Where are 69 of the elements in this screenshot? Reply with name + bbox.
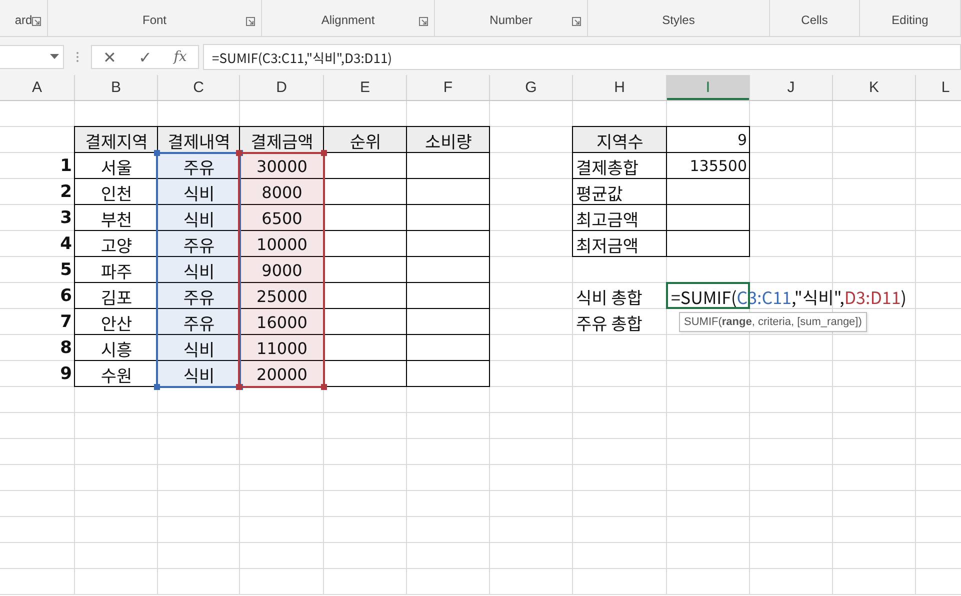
table-cell-text: 9 [736, 130, 748, 151]
ribbon-group-label: Editing [892, 13, 928, 27]
table-cell: 주유 [158, 153, 240, 179]
function-tooltip: SUMIF(range, criteria, [sum_range]) [679, 312, 867, 332]
row-number: 8 [59, 337, 73, 360]
row-number: 7 [59, 311, 73, 334]
table-cell: 25000 [240, 283, 324, 309]
ribbon-group-label: Number [490, 13, 532, 27]
row-number: 6 [59, 285, 73, 308]
table-cell: 식비 [158, 361, 240, 387]
cell-label: 식비 총합 [575, 283, 644, 309]
table-header-cell-text: 결제금액 [250, 127, 314, 153]
table-cell-text: 안산 [100, 309, 134, 335]
column-header[interactable]: I [667, 75, 750, 100]
table-cell-text: 시흥 [100, 335, 134, 361]
table-cell-text: 인천 [100, 179, 134, 205]
dialog-launcher-icon[interactable] [419, 17, 428, 26]
dialog-launcher-icon[interactable] [572, 17, 581, 26]
table-cell-text: 고양 [100, 231, 134, 257]
table-cell: 11000 [240, 335, 324, 361]
row-number: 9 [59, 363, 73, 386]
table-cell-text: 부천 [100, 205, 134, 231]
ribbon-group-label: Alignment [321, 13, 375, 27]
ribbon-group-label: ard [14, 13, 32, 27]
table-cell-text: 최고금액 [575, 205, 640, 231]
table-header-cell-text: 소비량 [424, 127, 473, 153]
table-cell: 식비 [158, 179, 240, 205]
table-header-cell-text: 결제지역 [84, 127, 149, 153]
dropdown-icon[interactable] [50, 54, 59, 60]
row-number: 4 [59, 233, 73, 256]
table-cell-text: 파주 [100, 257, 134, 283]
row-number: 2 [59, 181, 73, 204]
cancel-button[interactable]: ✕ [103, 48, 116, 66]
formula-input[interactable]: =SUMIF(C3:C11,"식비",D3:D11) [203, 44, 961, 70]
table-cell: 주유 [158, 283, 240, 309]
table-cell-text: 결제총합 [575, 153, 640, 179]
table-cell: 식비 [158, 257, 240, 283]
ribbon-group-label: Styles [662, 13, 695, 27]
table-cell-text: 수원 [100, 361, 134, 387]
table-cell: 주유 [158, 309, 240, 335]
enter-button[interactable]: ✓ [138, 48, 152, 66]
table-cell: 20000 [240, 361, 324, 387]
table-header-cell-text: 결제내역 [166, 127, 232, 153]
table-cell-text: 최저금액 [575, 231, 640, 257]
table-cell: 8000 [240, 179, 324, 205]
row-number: 3 [59, 207, 73, 230]
grip-icon [76, 51, 79, 63]
dialog-launcher-icon[interactable] [246, 17, 255, 26]
table-cell-text: 김포 [100, 283, 134, 309]
row-number: 5 [59, 259, 73, 282]
table-header-cell-text: 지역수 [596, 127, 644, 153]
insert-function-button[interactable]: fx [174, 49, 187, 65]
table-header-cell-text: 순위 [348, 127, 382, 153]
table-cell: 주유 [158, 231, 240, 257]
table-cell: 30000 [240, 153, 324, 179]
ribbon-group-label: Font [142, 13, 166, 27]
table-cell: 9000 [240, 257, 324, 283]
table-cell: 10000 [240, 231, 324, 257]
table-cell-text: 135500 [688, 156, 748, 177]
table-cell-text: 서울 [100, 153, 134, 179]
table-cell: 식비 [158, 335, 240, 361]
table-cell-text: 평균값 [575, 179, 624, 205]
table-cell: 16000 [240, 309, 324, 335]
row-number: 1 [59, 155, 73, 178]
cell-label: 주유 총합 [575, 309, 644, 335]
ribbon-group-label: Cells [801, 13, 828, 27]
dialog-launcher-icon[interactable] [32, 17, 41, 26]
table-cell: 식비 [158, 205, 240, 231]
table-cell: 6500 [240, 205, 324, 231]
